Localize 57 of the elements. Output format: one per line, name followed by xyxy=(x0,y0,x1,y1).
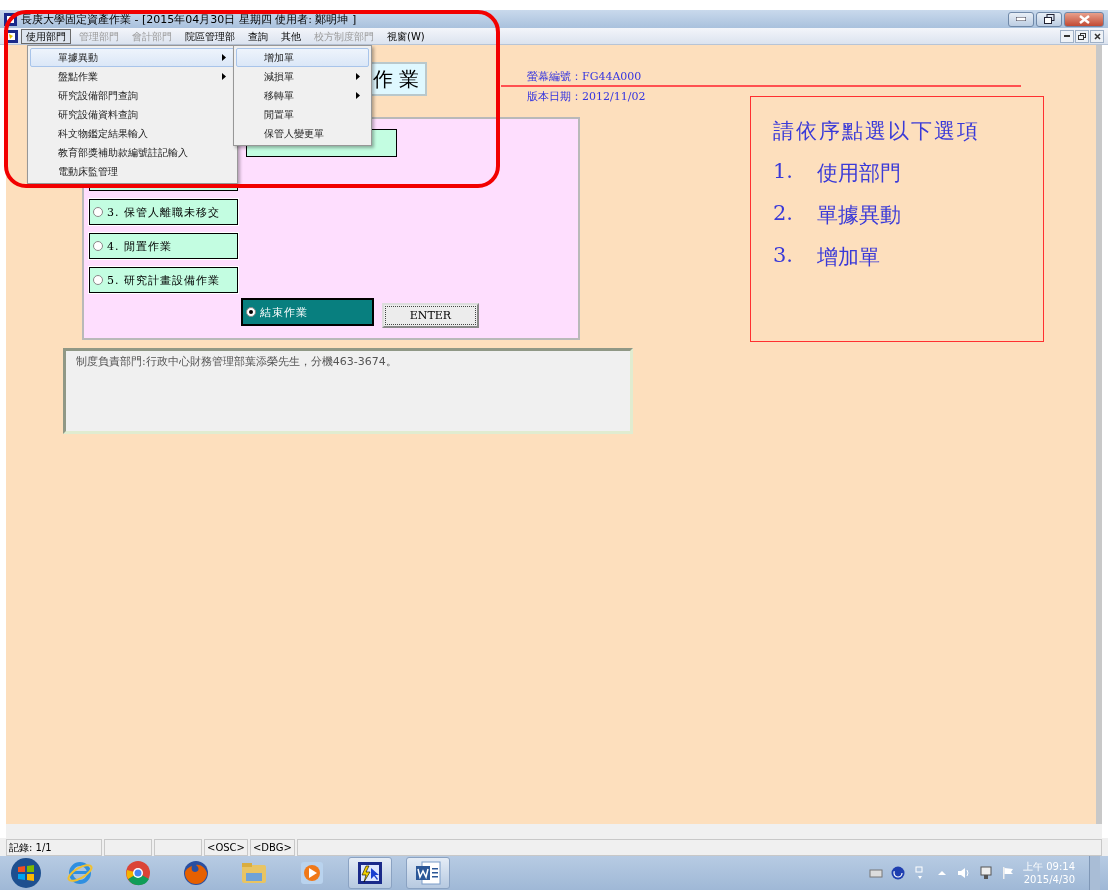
radio-option[interactable]: 5. 研究計畫設備作業 xyxy=(89,267,238,293)
lightning-icon xyxy=(356,859,384,887)
radio-option[interactable]: 4. 閒置作業 xyxy=(89,233,238,259)
step-label: 單據異動 xyxy=(817,202,902,229)
screen-number: 螢幕編號：FG44A000 xyxy=(527,69,642,84)
step-label: 增加單 xyxy=(817,244,881,271)
menu-item[interactable]: 教育部獎補助款編號註記輸入 xyxy=(30,143,235,162)
radio-option[interactable]: 結束作業 xyxy=(242,299,373,325)
play-icon xyxy=(298,859,326,887)
menu-item[interactable]: 使用部門 xyxy=(21,28,71,44)
start-button[interactable] xyxy=(8,857,44,889)
menu-item[interactable]: 查詢 xyxy=(243,28,273,44)
minimize-icon xyxy=(1016,17,1026,21)
status-panel: <DBG> xyxy=(249,839,295,856)
step-number: 1. xyxy=(773,159,794,185)
menu-item[interactable]: 科文物鑑定結果輸入 xyxy=(30,124,235,143)
menu-item[interactable]: 保管人變更單 xyxy=(236,124,369,143)
radio-option[interactable]: 3. 保管人離職未移交 xyxy=(89,199,238,225)
menu-item[interactable]: 閒置單 xyxy=(236,105,369,124)
browser-icon xyxy=(66,859,94,887)
taskbar-button[interactable] xyxy=(348,857,392,889)
browser-icon xyxy=(124,859,152,887)
enter-button[interactable]: ENTER xyxy=(382,303,479,328)
step-label: 使用部門 xyxy=(817,160,902,187)
window-title: 長庚大學固定資產作業 - [2015年04月30日 星期四 使用者: 鄭明坤 ] xyxy=(21,11,357,27)
help-icon[interactable] xyxy=(891,866,905,880)
version-date: 版本日期：2012/11/02 xyxy=(527,89,646,104)
restore-button[interactable] xyxy=(1075,29,1089,43)
menu-item[interactable]: 盤點作業 xyxy=(30,67,235,86)
status-panel: <OSC> xyxy=(204,839,248,856)
note-field: 制度負責部門:行政中心財務管理部葉添榮先生，分機463-3674。 xyxy=(63,348,633,434)
monitor-icon[interactable] xyxy=(979,866,993,880)
menu-item[interactable]: 電動床監管理 xyxy=(30,162,235,181)
close-icon xyxy=(1078,14,1090,24)
restore-icon xyxy=(1043,14,1055,24)
menu-item[interactable]: 研究設備部門查詢 xyxy=(30,86,235,105)
restore-icon xyxy=(1078,32,1086,40)
status-panel xyxy=(104,839,152,856)
step-number: 3. xyxy=(773,243,794,269)
menu-item[interactable]: 研究設備資料查詢 xyxy=(30,105,235,124)
menu-item[interactable]: 院區管理部 xyxy=(180,28,240,44)
step-number: 2. xyxy=(773,201,794,227)
instruction-heading: 請依序點選以下選項 xyxy=(773,118,981,145)
restore-button[interactable] xyxy=(1036,11,1062,27)
menu-item[interactable]: 其他 xyxy=(276,28,306,44)
browser-icon xyxy=(182,859,210,887)
close-button[interactable] xyxy=(1090,29,1104,43)
status-panel xyxy=(154,839,202,856)
taskbar-button[interactable] xyxy=(406,857,450,889)
minimize-button[interactable] xyxy=(1060,29,1074,43)
minimize-icon xyxy=(1064,35,1070,37)
close-icon xyxy=(1093,32,1101,40)
menu-item[interactable]: 單據異動 xyxy=(30,48,235,67)
menu-item[interactable]: 增加單 xyxy=(236,48,369,67)
document-icon xyxy=(414,859,442,887)
menu-item[interactable]: 視窗(W) xyxy=(382,28,430,44)
status-panel: 記錄: 1/1 xyxy=(6,839,102,856)
